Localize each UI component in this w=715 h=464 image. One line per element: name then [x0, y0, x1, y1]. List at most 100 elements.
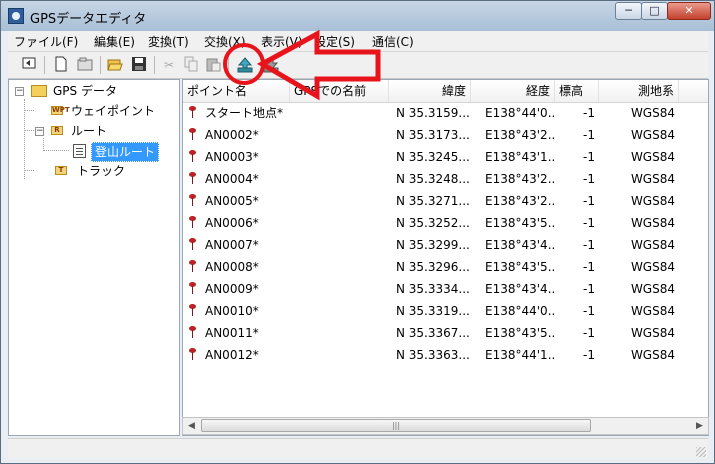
cell-longitude: E138°43'5... — [485, 260, 555, 274]
scroll-left-arrow-icon[interactable]: ◀ — [183, 418, 200, 434]
cell-gps-name — [290, 234, 389, 256]
status-bar — [8, 438, 708, 459]
tree-label-route: ルート — [71, 124, 108, 138]
cell-datum: WGS84 — [630, 238, 675, 252]
menu-file[interactable]: ファイル(F) — [14, 33, 78, 50]
track-folder-icon: T — [55, 166, 67, 175]
waypoint-list[interactable]: ポイント名 GPSでの名前 緯度 経度 標高 測地系 スタート地点* N 35.3… — [182, 79, 709, 436]
cell-longitude: E138°43'4... — [485, 238, 555, 252]
table-row[interactable]: AN0005* N 35.3271... E138°43'2... -1 WGS84 — [183, 190, 708, 212]
table-row[interactable]: AN0006* N 35.3252... E138°43'5... -1 WGS84 — [183, 212, 708, 234]
copy-icon[interactable] — [182, 56, 200, 74]
upload-icon[interactable] — [236, 56, 254, 74]
menu-settings[interactable]: 設定(S) — [314, 33, 355, 50]
cell-latitude: N 35.3363... — [396, 348, 470, 362]
folder-icon — [31, 85, 47, 97]
cell-longitude: E138°44'1... — [485, 348, 555, 362]
download-icon[interactable] — [262, 56, 280, 74]
tree-label-waypoints: ウェイポイント — [71, 104, 156, 118]
column-latitude[interactable]: 緯度 — [389, 80, 471, 102]
cell-longitude: E138°43'2... — [485, 172, 555, 186]
column-longitude[interactable]: 経度 — [471, 80, 555, 102]
table-row[interactable]: AN0011* N 35.3367... E138°43'5... -1 WGS84 — [183, 322, 708, 344]
waypoint-pin-icon — [189, 304, 196, 316]
column-gps-name[interactable]: GPSでの名前 — [290, 80, 389, 102]
scroll-right-arrow-icon[interactable]: ▶ — [691, 418, 708, 434]
list-header: ポイント名 GPSでの名前 緯度 経度 標高 測地系 — [183, 80, 708, 103]
menu-view[interactable]: 表示(V) — [261, 33, 303, 50]
save-icon[interactable] — [130, 56, 148, 74]
window-title: GPSデータエディタ — [30, 12, 147, 27]
cell-gps-name — [290, 146, 389, 168]
resize-grip-icon[interactable] — [696, 447, 706, 457]
table-row[interactable]: AN0002* N 35.3173... E138°43'2... -1 WGS84 — [183, 124, 708, 146]
cell-point-name: AN0010* — [205, 304, 259, 318]
waypoint-pin-icon — [189, 348, 196, 360]
title-bar[interactable]: GPSデータエディタ ─ □ ✕ — [1, 1, 714, 31]
tree-pane[interactable]: − GPS データ WPT ウェイポイント − R ルート 登山ルート T トラ… — [8, 79, 180, 436]
cell-altitude: -1 — [583, 216, 595, 230]
app-icon — [8, 8, 24, 24]
cell-point-name: AN0002* — [205, 128, 259, 142]
waypoint-pin-icon — [189, 216, 196, 228]
cell-longitude: E138°43'4... — [485, 282, 555, 296]
horizontal-scrollbar[interactable]: ◀ ||| ▶ — [182, 417, 709, 435]
cell-altitude: -1 — [583, 260, 595, 274]
cell-latitude: N 35.3159... — [396, 106, 470, 120]
scroll-thumb[interactable]: ||| — [201, 419, 591, 432]
table-row[interactable]: AN0007* N 35.3299... E138°43'4... -1 WGS84 — [183, 234, 708, 256]
cell-longitude: E138°43'5... — [485, 326, 555, 340]
cell-gps-name — [290, 278, 389, 300]
cell-latitude: N 35.3245... — [396, 150, 470, 164]
cell-point-name: AN0012* — [205, 348, 259, 362]
cell-altitude: -1 — [583, 194, 595, 208]
open-folder-icon[interactable] — [106, 56, 124, 74]
waypoint-pin-icon — [189, 260, 196, 272]
cell-latitude: N 35.3334... — [396, 282, 470, 296]
new-folder-icon[interactable] — [76, 56, 94, 74]
cell-altitude: -1 — [583, 238, 595, 252]
waypoint-pin-icon — [189, 326, 196, 338]
cell-gps-name — [290, 124, 389, 146]
column-altitude[interactable]: 標高 — [555, 80, 599, 102]
maximize-button[interactable]: □ — [641, 2, 668, 20]
table-row[interactable]: AN0010* N 35.3319... E138°44'0... -1 WGS84 — [183, 300, 708, 322]
close-button[interactable]: ✕ — [667, 2, 711, 20]
new-file-icon[interactable] — [52, 56, 70, 74]
route-document-icon — [73, 144, 86, 158]
cell-point-name: AN0011* — [205, 326, 259, 340]
route-folder-icon: R — [51, 126, 63, 135]
cell-gps-name — [290, 300, 389, 322]
column-datum[interactable]: 測地系 — [599, 80, 679, 102]
cell-datum: WGS84 — [630, 260, 675, 274]
cell-altitude: -1 — [583, 304, 595, 318]
column-point-name[interactable]: ポイント名 — [183, 80, 290, 102]
menu-exchange[interactable]: 交換(X) — [204, 33, 246, 50]
cell-datum: WGS84 — [630, 326, 675, 340]
cell-gps-name — [290, 168, 389, 190]
back-icon[interactable] — [20, 56, 38, 74]
table-row[interactable]: AN0003* N 35.3245... E138°43'1... -1 WGS84 — [183, 146, 708, 168]
table-row[interactable]: AN0008* N 35.3296... E138°43'5... -1 WGS84 — [183, 256, 708, 278]
paste-icon[interactable] — [204, 56, 222, 74]
cut-icon[interactable]: ✂ — [160, 56, 178, 74]
cell-latitude: N 35.3248... — [396, 172, 470, 186]
cell-datum: WGS84 — [630, 150, 675, 164]
table-row[interactable]: AN0009* N 35.3334... E138°43'4... -1 WGS84 — [183, 278, 708, 300]
table-row[interactable]: AN0012* N 35.3363... E138°44'1... -1 WGS84 — [183, 344, 708, 366]
waypoint-pin-icon — [189, 282, 196, 294]
collapse-icon[interactable]: − — [15, 87, 24, 96]
menu-convert[interactable]: 変換(T) — [148, 33, 189, 50]
cell-point-name: AN0005* — [205, 194, 259, 208]
cell-datum: WGS84 — [630, 128, 675, 142]
minimize-button[interactable]: ─ — [615, 2, 642, 20]
cell-point-name: AN0009* — [205, 282, 259, 296]
menu-edit[interactable]: 編集(E) — [94, 33, 135, 50]
collapse-icon[interactable]: − — [35, 127, 44, 136]
cell-altitude: -1 — [583, 348, 595, 362]
menu-communication[interactable]: 通信(C) — [372, 33, 414, 50]
table-row[interactable]: スタート地点* N 35.3159... E138°44'0... -1 WGS84 — [183, 102, 708, 124]
table-row[interactable]: AN0004* N 35.3248... E138°43'2... -1 WGS84 — [183, 168, 708, 190]
cell-gps-name — [290, 322, 389, 344]
waypoint-pin-icon — [189, 128, 196, 140]
